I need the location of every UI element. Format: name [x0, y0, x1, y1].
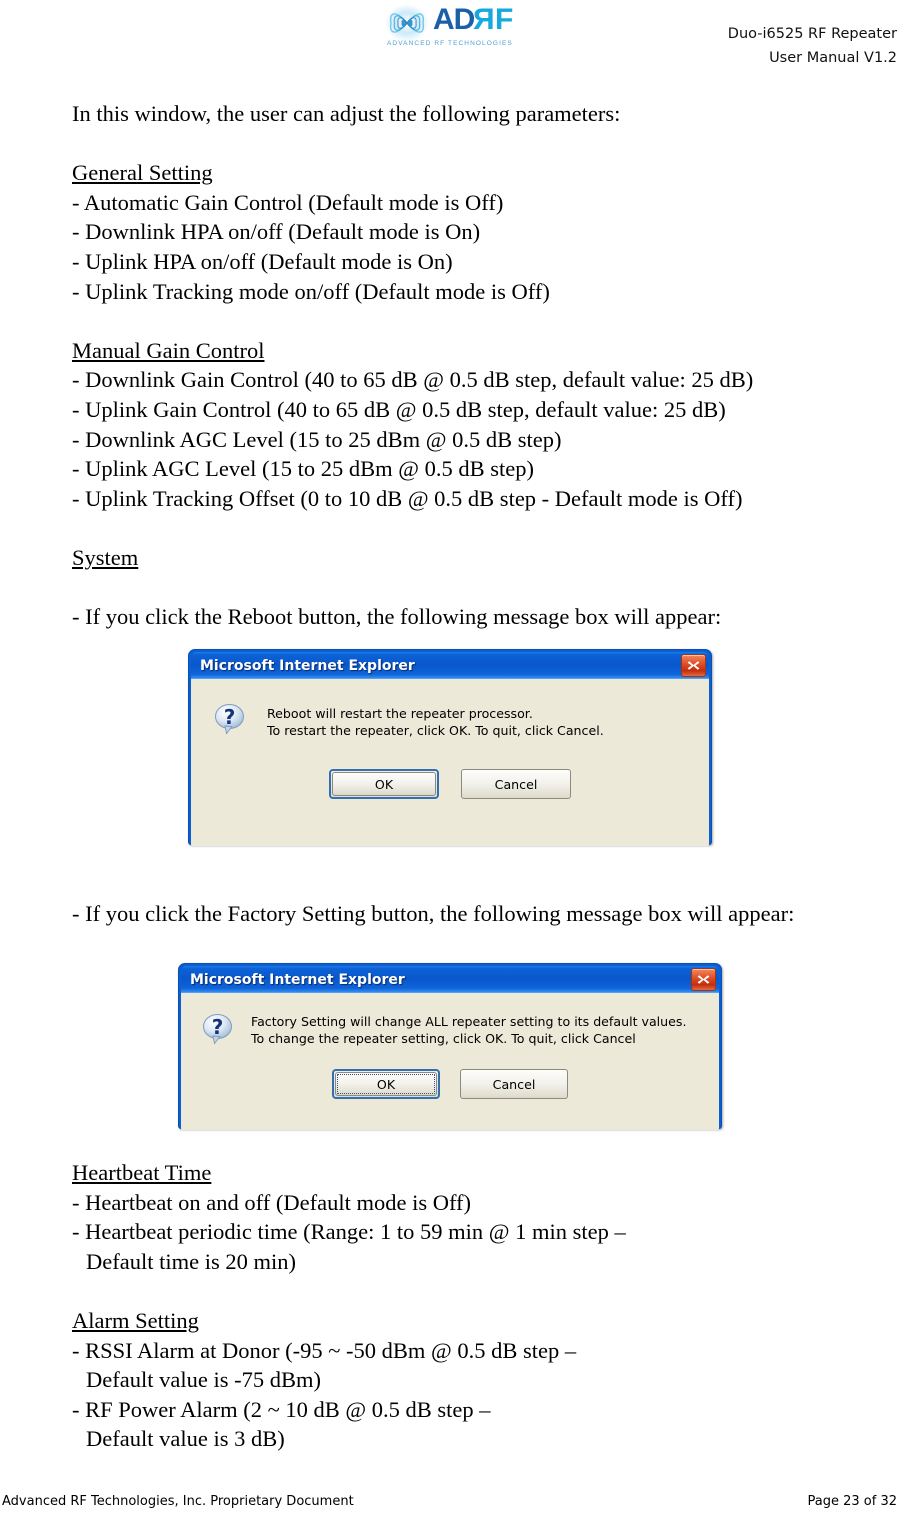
ok-button-label: OK [374, 776, 394, 792]
adrf-logo-ad: AD [433, 3, 475, 36]
lower-sections: Heartbeat Time - Heartbeat on and off (D… [72, 1158, 884, 1454]
section-heading-alarm-setting: Alarm Setting [72, 1307, 199, 1333]
document-body: In this window, the user can adjust the … [72, 99, 884, 632]
dialog-body: ? Reboot will restart the repeater proce… [191, 679, 709, 846]
footer-page-number: Page 23 of 32 [807, 1494, 897, 1509]
adrf-logo-r: R [474, 3, 496, 36]
ok-button[interactable]: OK [329, 769, 439, 799]
dialog-message-line-1: Reboot will restart the repeater process… [267, 706, 533, 721]
adrf-logo-wordmark: ADRF [433, 3, 513, 36]
list-item: - Uplink Tracking Offset (0 to 10 dB @ 0… [72, 485, 743, 511]
factory-setting-intro-block: - If you click the Factory Setting butto… [72, 899, 884, 929]
cancel-button[interactable]: Cancel [461, 769, 571, 799]
list-item: - Uplink HPA on/off (Default mode is On) [72, 248, 453, 274]
header-title-line-1: Duo-i6525 RF Repeater [727, 26, 897, 42]
section-heading-heartbeat-time: Heartbeat Time [72, 1160, 212, 1185]
dialog-message-line-1: Factory Setting will change ALL repeater… [251, 1014, 687, 1029]
header-title-line-2: User Manual V1.2 [769, 50, 897, 66]
dialog-title-bar[interactable]: Microsoft Internet Explorer [191, 652, 709, 679]
section-heading-general-setting: General Setting [72, 160, 213, 186]
adrf-logo: ADRF ADVANCED RF TECHNOLOGIES [385, 3, 535, 50]
list-item: - RF Power Alarm (2 ~ 10 dB @ 0.5 dB ste… [72, 1396, 491, 1422]
section-heading-manual-gain-control: Manual Gain Control [72, 337, 265, 363]
dialog-message-line-2: To restart the repeater, click OK. To qu… [267, 723, 604, 738]
adrf-logo-f: F [495, 3, 513, 36]
reboot-message-box[interactable]: Microsoft Internet Explorer ? Reboot wil… [188, 649, 712, 846]
dialog-button-row: OK Cancel [181, 1049, 719, 1099]
cancel-button[interactable]: Cancel [460, 1069, 568, 1099]
section-heading-heartbeat-time-row: Heartbeat Time [72, 1158, 884, 1188]
adrf-butterfly-logo-icon [385, 4, 429, 42]
section-heading-system-row: System [72, 543, 884, 573]
question-bubble-icon: ? [199, 1011, 237, 1049]
list-item: - Downlink AGC Level (15 to 25 dBm @ 0.5… [72, 426, 562, 452]
section-heading-alarm-setting-row: Alarm Setting [72, 1306, 884, 1336]
list-item-continuation: Default value is -75 dBm) [86, 1367, 321, 1393]
reboot-intro-paragraph: - If you click the Reboot button, the fo… [72, 604, 722, 630]
page-header: ADRF ADVANCED RF TECHNOLOGIES Duo-i6525 … [0, 0, 899, 86]
cancel-button-label: Cancel [494, 776, 538, 792]
page-footer: Advanced RF Technologies, Inc. Proprieta… [0, 1494, 899, 1516]
list-item-continuation: Default time is 20 min) [86, 1248, 296, 1274]
section-heading-system: System [72, 544, 139, 570]
section-heading-manual-gain-control-row: Manual Gain Control [72, 336, 884, 366]
ok-button-label: OK [376, 1076, 396, 1092]
svg-text:?: ? [212, 1015, 224, 1039]
ok-button-face[interactable]: OK [332, 772, 436, 796]
ok-button-face[interactable]: OK [335, 1072, 437, 1096]
list-item: - Heartbeat on and off (Default mode is … [72, 1189, 472, 1215]
list-item: - RSSI Alarm at Donor (-95 ~ -50 dBm @ 0… [72, 1337, 577, 1363]
list-item: - Downlink Gain Control (40 to 65 dB @ 0… [72, 367, 754, 393]
adrf-logo-tagline: ADVANCED RF TECHNOLOGIES [387, 40, 513, 47]
section-heading-general-setting-row: General Setting [72, 158, 884, 188]
dialog-body: ? Factory Setting will change ALL repeat… [181, 993, 719, 1130]
factory-intro-paragraph: - If you click the Factory Setting butto… [72, 901, 795, 926]
factory-setting-message-box[interactable]: Microsoft Internet Explorer ? Factory Se… [178, 963, 722, 1130]
question-bubble-icon: ? [211, 701, 249, 739]
dialog-title-bar[interactable]: Microsoft Internet Explorer [181, 966, 719, 993]
cancel-button-label: Cancel [492, 1076, 536, 1092]
dialog-message: Reboot will restart the repeater process… [249, 701, 604, 739]
dialog-message-row: ? Reboot will restart the repeater proce… [191, 679, 709, 739]
list-item: - Uplink Gain Control (40 to 65 dB @ 0.5… [72, 396, 726, 422]
close-icon[interactable] [681, 654, 706, 677]
intro-paragraph: In this window, the user can adjust the … [72, 101, 621, 126]
ok-button[interactable]: OK [332, 1069, 440, 1099]
svg-text:?: ? [224, 705, 236, 729]
list-item: - Downlink HPA on/off (Default mode is O… [72, 219, 481, 245]
list-item: - Uplink Tracking mode on/off (Default m… [72, 278, 550, 304]
header-document-title: Duo-i6525 RF Repeater User Manual V1.2 [728, 22, 897, 70]
dialog-button-row: OK Cancel [191, 739, 709, 799]
dialog-message-row: ? Factory Setting will change ALL repeat… [181, 993, 719, 1049]
footer-proprietary-notice: Advanced RF Technologies, Inc. Proprieta… [2, 1494, 354, 1509]
dialog-message-line-2: To change the repeater setting, click OK… [251, 1031, 636, 1046]
list-item: - Uplink AGC Level (15 to 25 dBm @ 0.5 d… [72, 456, 534, 482]
list-item: - Heartbeat periodic time (Range: 1 to 5… [72, 1219, 626, 1245]
dialog-title: Microsoft Internet Explorer [200, 657, 415, 674]
list-item-continuation: Default value is 3 dB) [86, 1426, 285, 1452]
dialog-message: Factory Setting will change ALL repeater… [237, 1011, 686, 1047]
list-item: - Automatic Gain Control (Default mode i… [72, 189, 504, 215]
close-icon[interactable] [691, 968, 716, 991]
dialog-title: Microsoft Internet Explorer [190, 971, 405, 988]
